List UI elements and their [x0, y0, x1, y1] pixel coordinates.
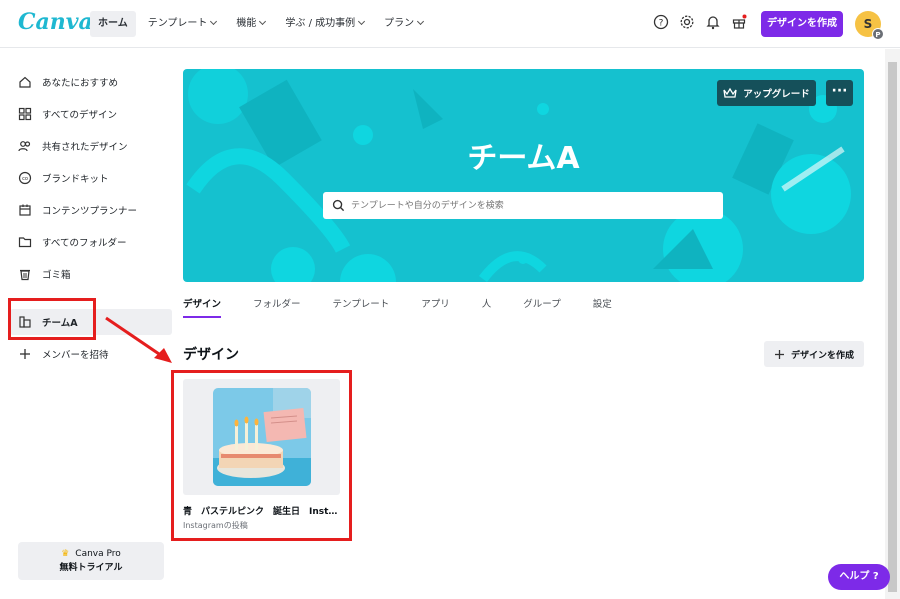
banner-title: チームA [467, 141, 580, 176]
sidebar-item-shared[interactable]: 共有されたデザイン [18, 134, 128, 158]
plus-icon [774, 349, 784, 359]
nav-plans[interactable]: プラン [376, 11, 431, 37]
people-icon [18, 141, 31, 152]
folder-icon [18, 237, 32, 248]
chevron-down-icon [259, 17, 267, 26]
search-bar[interactable] [323, 192, 723, 219]
crown-icon [723, 87, 737, 98]
annotation-highlight-team [8, 298, 96, 340]
tab-groups[interactable]: グループ [523, 296, 560, 318]
sidebar-item-all-designs[interactable]: すべてのデザイン [18, 102, 117, 126]
trash-icon [20, 269, 30, 281]
create-design-button[interactable]: デザインを作成 [761, 11, 843, 37]
team-tabs: デザイン フォルダー テンプレート アプリ 人 グループ 設定 [183, 296, 644, 318]
gift-icon[interactable] [731, 14, 747, 30]
tab-people[interactable]: 人 [482, 296, 492, 318]
brand-icon: co [18, 171, 32, 185]
plus-icon [20, 349, 30, 359]
nav-learn[interactable]: 学ぶ / 成功事例 [277, 11, 372, 37]
search-input[interactable] [351, 196, 711, 215]
upgrade-button[interactable]: アップグレード [717, 80, 816, 106]
tab-settings[interactable]: 設定 [593, 296, 612, 318]
nav-templates[interactable]: テンプレート [140, 11, 225, 37]
crown-icon: ♛ [61, 549, 70, 559]
more-options-button[interactable]: ··· [826, 80, 853, 106]
avatar[interactable]: SP [855, 11, 884, 40]
settings-icon[interactable] [679, 14, 695, 30]
chevron-down-icon [417, 17, 425, 26]
sidebar-item-planner[interactable]: コンテンツプランナー [18, 198, 137, 222]
annotation-arrow [105, 316, 172, 363]
help-icon[interactable]: ? [653, 14, 669, 30]
chevron-down-icon [358, 17, 366, 26]
svg-text:co: co [22, 176, 28, 182]
team-banner: チームA アップグレード ··· [183, 69, 864, 282]
sidebar-item-recommended[interactable]: あなたにおすすめ [18, 70, 118, 94]
sidebar-item-trash[interactable]: ゴミ箱 [18, 262, 71, 286]
scrollbar-thumb[interactable] [888, 62, 897, 592]
main-nav: ホーム テンプレート 機能 学ぶ / 成功事例 プラン [90, 11, 431, 37]
search-icon [332, 199, 345, 212]
annotation-highlight-design [171, 370, 352, 541]
section-title: デザイン [183, 347, 239, 363]
sidebar-item-folders[interactable]: すべてのフォルダー [18, 230, 126, 254]
help-button[interactable]: ヘルプ ? [828, 564, 890, 590]
nav-home[interactable]: ホーム [90, 11, 136, 37]
svg-text:?: ? [659, 19, 664, 29]
top-bar: Canva ホーム テンプレート 機能 学ぶ / 成功事例 プラン ? デザイン… [0, 0, 900, 48]
canva-logo[interactable]: Canva [18, 9, 93, 35]
pro-trial-button[interactable]: ♛ Canva Pro 無料トライアル [18, 542, 164, 580]
home-icon [19, 76, 31, 88]
create-design-small-button[interactable]: デザインを作成 [764, 341, 864, 367]
calendar-icon [19, 204, 31, 216]
top-icons: ? [653, 14, 747, 30]
chevron-down-icon [210, 17, 218, 26]
tab-folders[interactable]: フォルダー [253, 296, 301, 318]
bell-icon[interactable] [705, 14, 721, 30]
nav-features[interactable]: 機能 [228, 11, 273, 37]
pro-badge: P [872, 28, 884, 40]
grid-icon [18, 107, 32, 121]
sidebar-item-brand-kit[interactable]: co ブランドキット [18, 166, 109, 190]
tab-apps[interactable]: アプリ [421, 296, 450, 318]
tab-designs[interactable]: デザイン [183, 296, 222, 318]
tab-templates[interactable]: テンプレート [333, 296, 390, 318]
sidebar-item-invite[interactable]: メンバーを招待 [18, 342, 109, 366]
